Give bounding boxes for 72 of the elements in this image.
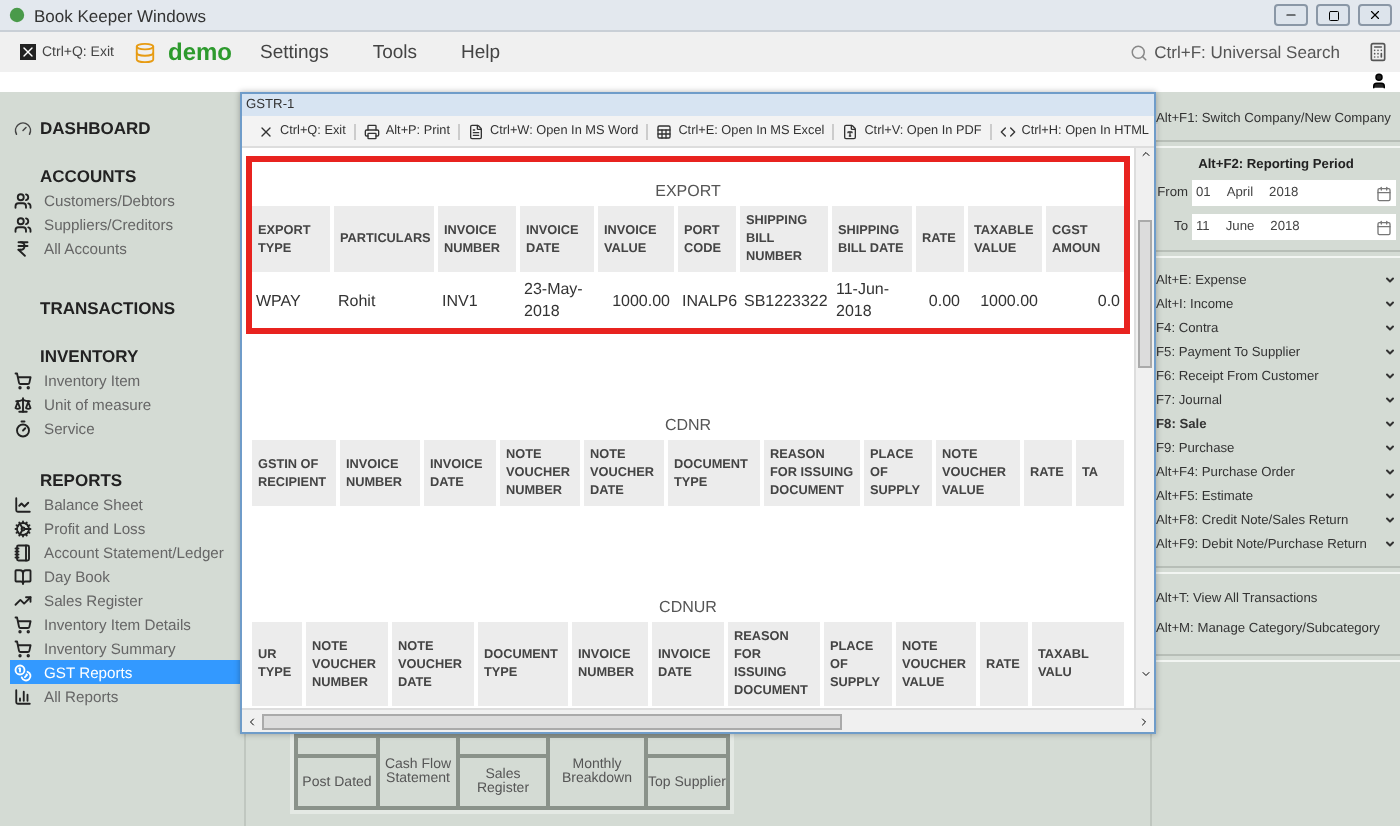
shortcut-tile[interactable] [458,736,548,756]
table-cell-text: 0.00 [926,289,962,313]
minimize-icon [1284,8,1298,22]
gear-icon [14,519,32,537]
chart-line-icon [14,495,32,513]
close-icon [20,44,36,60]
database-icon [133,41,156,63]
close-icon [1368,8,1382,22]
document-icon [468,123,485,139]
scroll-left-icon[interactable] [246,715,258,727]
close-button[interactable] [1358,4,1392,26]
scroll-up-icon[interactable] [1139,148,1151,160]
calculator-icon[interactable] [1368,42,1388,62]
company-name: demo [167,38,232,66]
scale-icon [14,395,32,413]
spreadsheet-icon [656,123,673,139]
cart-icon [14,371,32,389]
printer-icon [363,123,380,139]
window-title: Book Keeper Windows [34,5,208,25]
cart-icon [14,639,32,657]
scroll-right-icon[interactable] [1138,715,1150,727]
maximize-button[interactable] [1316,4,1350,26]
scroll-thumb[interactable] [1138,220,1152,368]
section-heading: TRANSACTIONS [38,296,178,320]
book-icon [14,567,32,585]
menu-item[interactable]: Help [445,41,517,63]
cart-icon [14,615,32,633]
search-icon [1130,43,1149,61]
table-cell-text: INV1 [440,289,480,313]
menu-item[interactable]: Tools [356,41,434,63]
table-cell-text: 23-May-2018 [522,278,585,324]
scroll-thumb[interactable] [262,713,842,729]
table-title: CDNR [664,416,712,434]
app-logo-icon [8,6,26,24]
vertical-scrollbar[interactable] [1134,148,1154,708]
table-cell-text: INALP6 [680,289,736,313]
calendar-icon[interactable] [1376,219,1392,235]
notebook-icon [14,543,32,561]
table-cell-text: 0.0 [1095,289,1122,313]
section-heading: REPORTS [38,468,125,492]
section-heading: ACCOUNTS [38,164,139,188]
shortcut-tile[interactable] [646,736,728,756]
bar-chart-icon [14,687,32,705]
users-icon [14,191,32,209]
user-icon[interactable] [1370,72,1388,90]
table-title: EXPORT [655,182,721,200]
dashboard-link[interactable]: DASHBOARD [10,116,244,140]
table-cell-text: SB1223322 [742,289,828,313]
search-button[interactable]: Ctrl+F: Universal Search [1114,42,1356,62]
rupee-icon [14,239,32,257]
timer-icon [14,419,32,437]
section-heading: INVENTORY [38,344,141,368]
shortcut-tile[interactable] [296,736,378,756]
trend-icon [14,591,32,609]
calendar-icon[interactable] [1376,185,1392,201]
table-title: CDNUR [659,598,717,616]
menu-item[interactable]: Settings [244,41,345,63]
scroll-down-icon[interactable] [1139,668,1151,680]
close-icon [258,123,274,139]
table-cell-text: 11-Jun-2018 [834,278,892,324]
users-icon [14,215,32,233]
file-icon [842,123,859,139]
table-cell-text: 1000.00 [978,289,1040,313]
code-icon [999,123,1016,139]
maximize-icon [1327,9,1339,21]
table-cell-text: 1000.00 [610,289,672,313]
gauge-icon [14,119,32,137]
table-cell-text: Rohit [336,289,378,313]
table-cell-text: WPAY [254,289,303,313]
horizontal-scrollbar[interactable] [242,708,1154,732]
coins-icon [14,663,32,681]
minimize-button[interactable] [1274,4,1308,26]
